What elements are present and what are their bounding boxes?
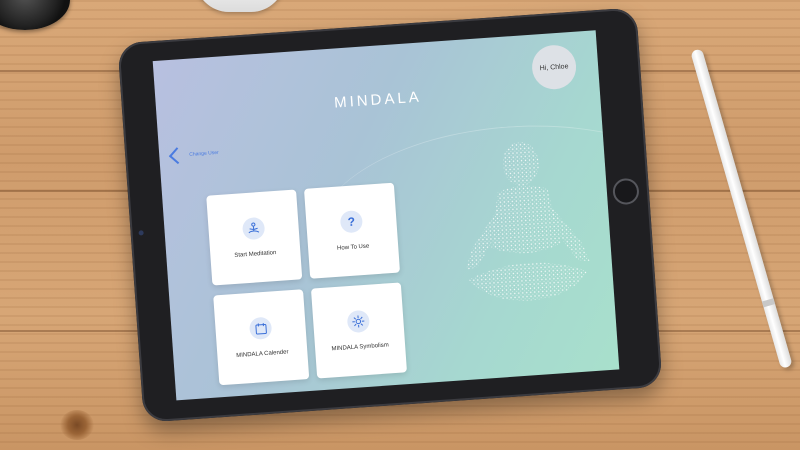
how-to-use-card[interactable]: ? How To Use — [303, 182, 401, 279]
stylus-pencil — [690, 48, 793, 369]
mandala-icon — [346, 309, 371, 334]
card-label: How To Use — [336, 243, 370, 252]
camera-lens-object — [0, 0, 70, 30]
card-label: MINDALA Symbolism — [331, 342, 389, 353]
card-label: MINDALA Calender — [236, 349, 289, 360]
meditating-figure-illustration — [466, 141, 590, 301]
home-button[interactable] — [612, 177, 640, 206]
question-icon: ? — [339, 209, 364, 234]
start-meditation-card[interactable]: Start Meditation — [206, 189, 303, 286]
calendar-icon — [248, 316, 273, 341]
white-cap-object — [195, 0, 285, 12]
front-camera — [138, 230, 144, 236]
card-label: Start Meditation — [234, 250, 277, 259]
app-title: MINDALA — [333, 88, 423, 112]
calendar-card[interactable]: MINDALA Calender — [213, 289, 310, 386]
wood-knot — [60, 410, 94, 440]
pencil-band — [761, 298, 776, 308]
meditation-icon — [241, 216, 266, 241]
symbolism-card[interactable]: MINDALA Symbolism — [310, 282, 408, 379]
tablet-bezel: Hi, Chloe MINDALA Change User Start Medi… — [117, 7, 663, 423]
tablet-device: Hi, Chloe MINDALA Change User Start Medi… — [117, 7, 663, 423]
app-screen: Hi, Chloe MINDALA Change User Start Medi… — [152, 30, 620, 401]
menu-grid: Start Meditation ? How To Use MINDALA Ca… — [206, 182, 415, 389]
back-label: Change User — [189, 149, 219, 158]
back-button[interactable]: Change User — [168, 147, 219, 165]
chevron-left-icon — [168, 147, 186, 165]
